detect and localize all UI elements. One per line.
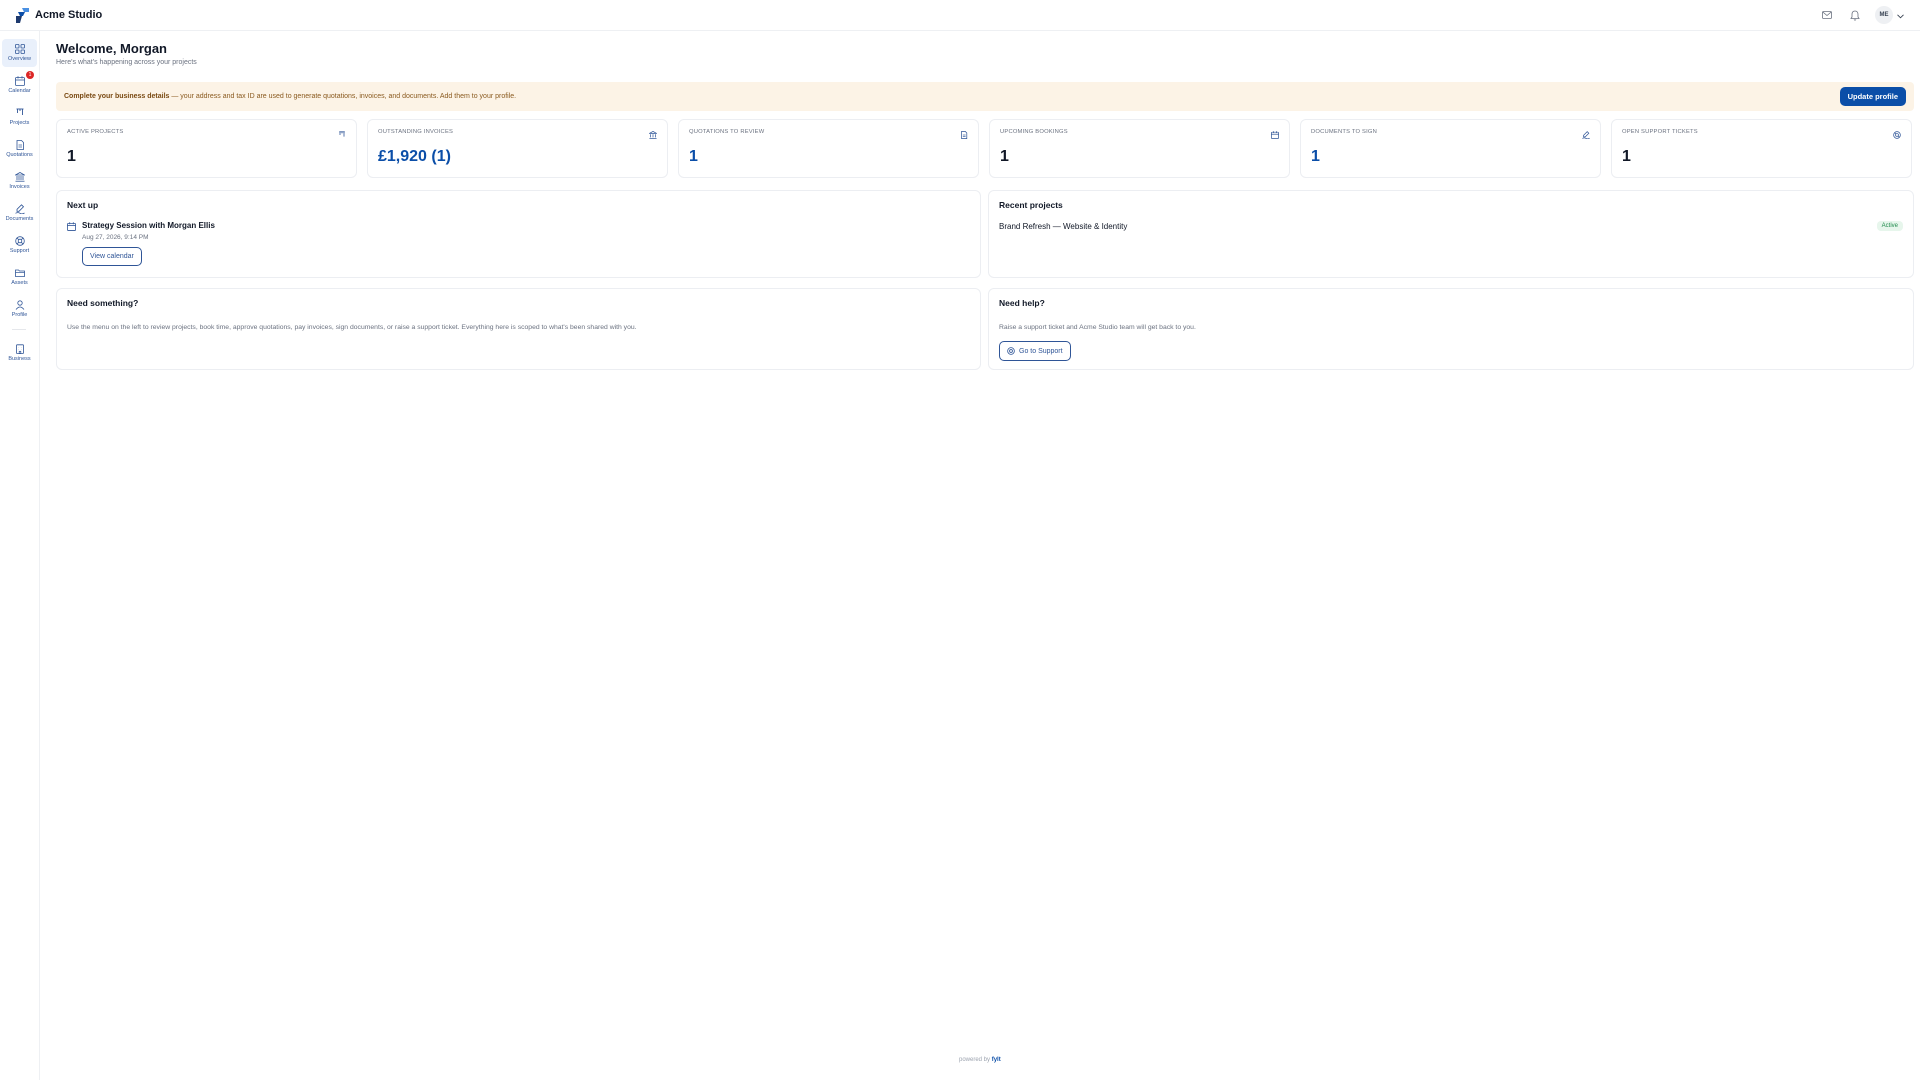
need-something-panel: Need something? Use the menu on the left… — [56, 288, 981, 370]
sidebar-item-overview[interactable]: Overview — [2, 39, 37, 67]
status-badge: Active — [1876, 221, 1903, 231]
projects-icon — [16, 108, 23, 115]
profile-banner: Complete your business details — your ad… — [56, 82, 1914, 111]
panel-body: Use the menu on the left to review proje… — [67, 324, 637, 331]
stat-card-outstanding-invoices[interactable]: Outstanding invoices £1,920 (1) — [367, 119, 668, 178]
stat-label: Active projects — [67, 129, 124, 135]
bank-icon — [14, 172, 25, 182]
sidebar-item-business[interactable]: Business — [2, 339, 37, 367]
bank-icon — [649, 131, 657, 139]
signature-icon — [14, 204, 25, 214]
sidebar-item-quotations[interactable]: Quotations — [2, 135, 37, 163]
panel-body: Raise a support ticket and Acme Studio t… — [999, 324, 1196, 331]
brand-name: Acme Studio — [35, 9, 103, 21]
folder-icon — [14, 269, 25, 277]
grid-icon — [14, 44, 25, 54]
lifebuoy-icon — [1893, 131, 1901, 139]
brand-logo-icon — [16, 7, 29, 23]
stat-label: Quotations to review — [689, 129, 765, 135]
go-to-support-button[interactable]: Go to Support — [999, 341, 1071, 361]
stat-card-upcoming-bookings[interactable]: Upcoming bookings 1 — [989, 119, 1290, 178]
sidebar-item-label: Calendar — [8, 88, 31, 94]
sidebar-item-projects[interactable]: Projects — [2, 103, 37, 131]
stat-value: 1 — [1311, 148, 1320, 165]
panel-title: Need something? — [67, 298, 139, 308]
page-title: Welcome, Morgan — [56, 41, 168, 56]
sidebar-item-label: Assets — [11, 280, 28, 286]
stat-value: 1 — [67, 148, 76, 165]
user-menu[interactable]: ME — [1875, 6, 1904, 24]
banner-text: — your address and tax ID are used to ge… — [169, 93, 517, 100]
sidebar-divider — [12, 329, 26, 330]
event-item: Strategy Session with Morgan Ellis Aug 2… — [67, 221, 215, 266]
notification-badge: 1 — [26, 71, 34, 79]
stat-value: 1 — [1000, 148, 1009, 165]
page-subtitle: Here's what's happening across your proj… — [56, 59, 197, 66]
need-help-panel: Need help? Raise a support ticket and Ac… — [988, 288, 1914, 370]
stat-value: 1 — [689, 148, 698, 165]
user-icon — [15, 300, 24, 310]
banner-message: Complete your business details — your ad… — [64, 93, 516, 100]
project-name: Brand Refresh — Website & Identity — [999, 221, 1128, 231]
document-icon — [16, 140, 24, 150]
stat-label: Open support tickets — [1622, 129, 1698, 135]
sidebar-item-label: Business — [8, 356, 31, 362]
button-label: Go to Support — [1019, 347, 1063, 355]
calendar-icon — [67, 222, 76, 231]
avatar: ME — [1875, 6, 1893, 24]
document-icon — [961, 131, 968, 139]
calendar-icon — [14, 76, 25, 86]
sidebar-item-assets[interactable]: Assets — [2, 263, 37, 291]
sidebar-item-label: Invoices — [9, 184, 30, 190]
building-icon — [15, 344, 24, 354]
stat-card-quotations-to-review[interactable]: Quotations to review 1 — [678, 119, 979, 178]
list-item[interactable]: Brand Refresh — Website & Identity Activ… — [999, 221, 1903, 231]
panel-title: Next up — [67, 200, 99, 210]
mail-icon[interactable] — [1819, 7, 1835, 23]
sidebar-item-calendar[interactable]: Calendar 1 — [2, 71, 37, 99]
banner-bold-text: Complete your business details — [64, 93, 170, 100]
brand[interactable]: Acme Studio — [16, 7, 103, 23]
sidebar-item-documents[interactable]: Documents — [2, 199, 37, 227]
sidebar-item-label: Profile — [11, 312, 28, 318]
lifebuoy-icon — [14, 236, 25, 246]
sidebar-item-label: Projects — [9, 120, 30, 126]
footer: powered by fylt — [959, 1057, 1001, 1063]
stat-card-documents-to-sign[interactable]: Documents to sign 1 — [1300, 119, 1601, 178]
next-up-panel: Next up Strategy Session with Morgan Ell… — [56, 190, 981, 278]
sidebar: Overview Calendar 1 Projects Quotations … — [0, 31, 40, 1080]
panel-title: Need help? — [999, 298, 1045, 308]
recent-projects-panel: Recent projects Brand Refresh — Website … — [988, 190, 1914, 278]
event-date: Aug 27, 2026, 9:14 PM — [82, 234, 149, 241]
sidebar-item-invoices[interactable]: Invoices — [2, 167, 37, 195]
stat-card-open-support-tickets[interactable]: Open support tickets 1 — [1611, 119, 1912, 178]
footer-prefix: powered by — [959, 1057, 991, 1063]
sidebar-item-label: Overview — [8, 56, 31, 62]
stat-value: 1 — [1622, 148, 1631, 165]
update-profile-button[interactable]: Update profile — [1839, 87, 1906, 106]
stat-label: Outstanding invoices — [378, 129, 454, 135]
sidebar-item-profile[interactable]: Profile — [2, 295, 37, 323]
stat-card-active-projects[interactable]: Active projects 1 — [56, 119, 357, 178]
sidebar-item-label: Support — [9, 248, 30, 254]
sidebar-item-label: Documents — [5, 216, 34, 222]
stat-value: £1,920 (1) — [378, 148, 451, 165]
stat-label: Upcoming bookings — [1000, 129, 1068, 135]
calendar-icon — [1271, 131, 1279, 139]
lifebuoy-icon — [1007, 347, 1015, 355]
bell-icon[interactable] — [1847, 7, 1863, 23]
projects-icon — [339, 131, 345, 137]
footer-brand[interactable]: fylt — [992, 1057, 1001, 1063]
sidebar-item-label: Quotations — [6, 152, 33, 158]
top-bar: Acme Studio ME — [0, 0, 1920, 31]
chevron-down-icon — [1897, 6, 1904, 24]
event-title: Strategy Session with Morgan Ellis — [82, 221, 215, 230]
view-calendar-button[interactable]: View calendar — [82, 247, 142, 266]
panel-title: Recent projects — [999, 200, 1063, 210]
signature-icon — [1582, 131, 1590, 139]
sidebar-item-support[interactable]: Support — [2, 231, 37, 259]
stat-label: Documents to sign — [1311, 129, 1377, 135]
